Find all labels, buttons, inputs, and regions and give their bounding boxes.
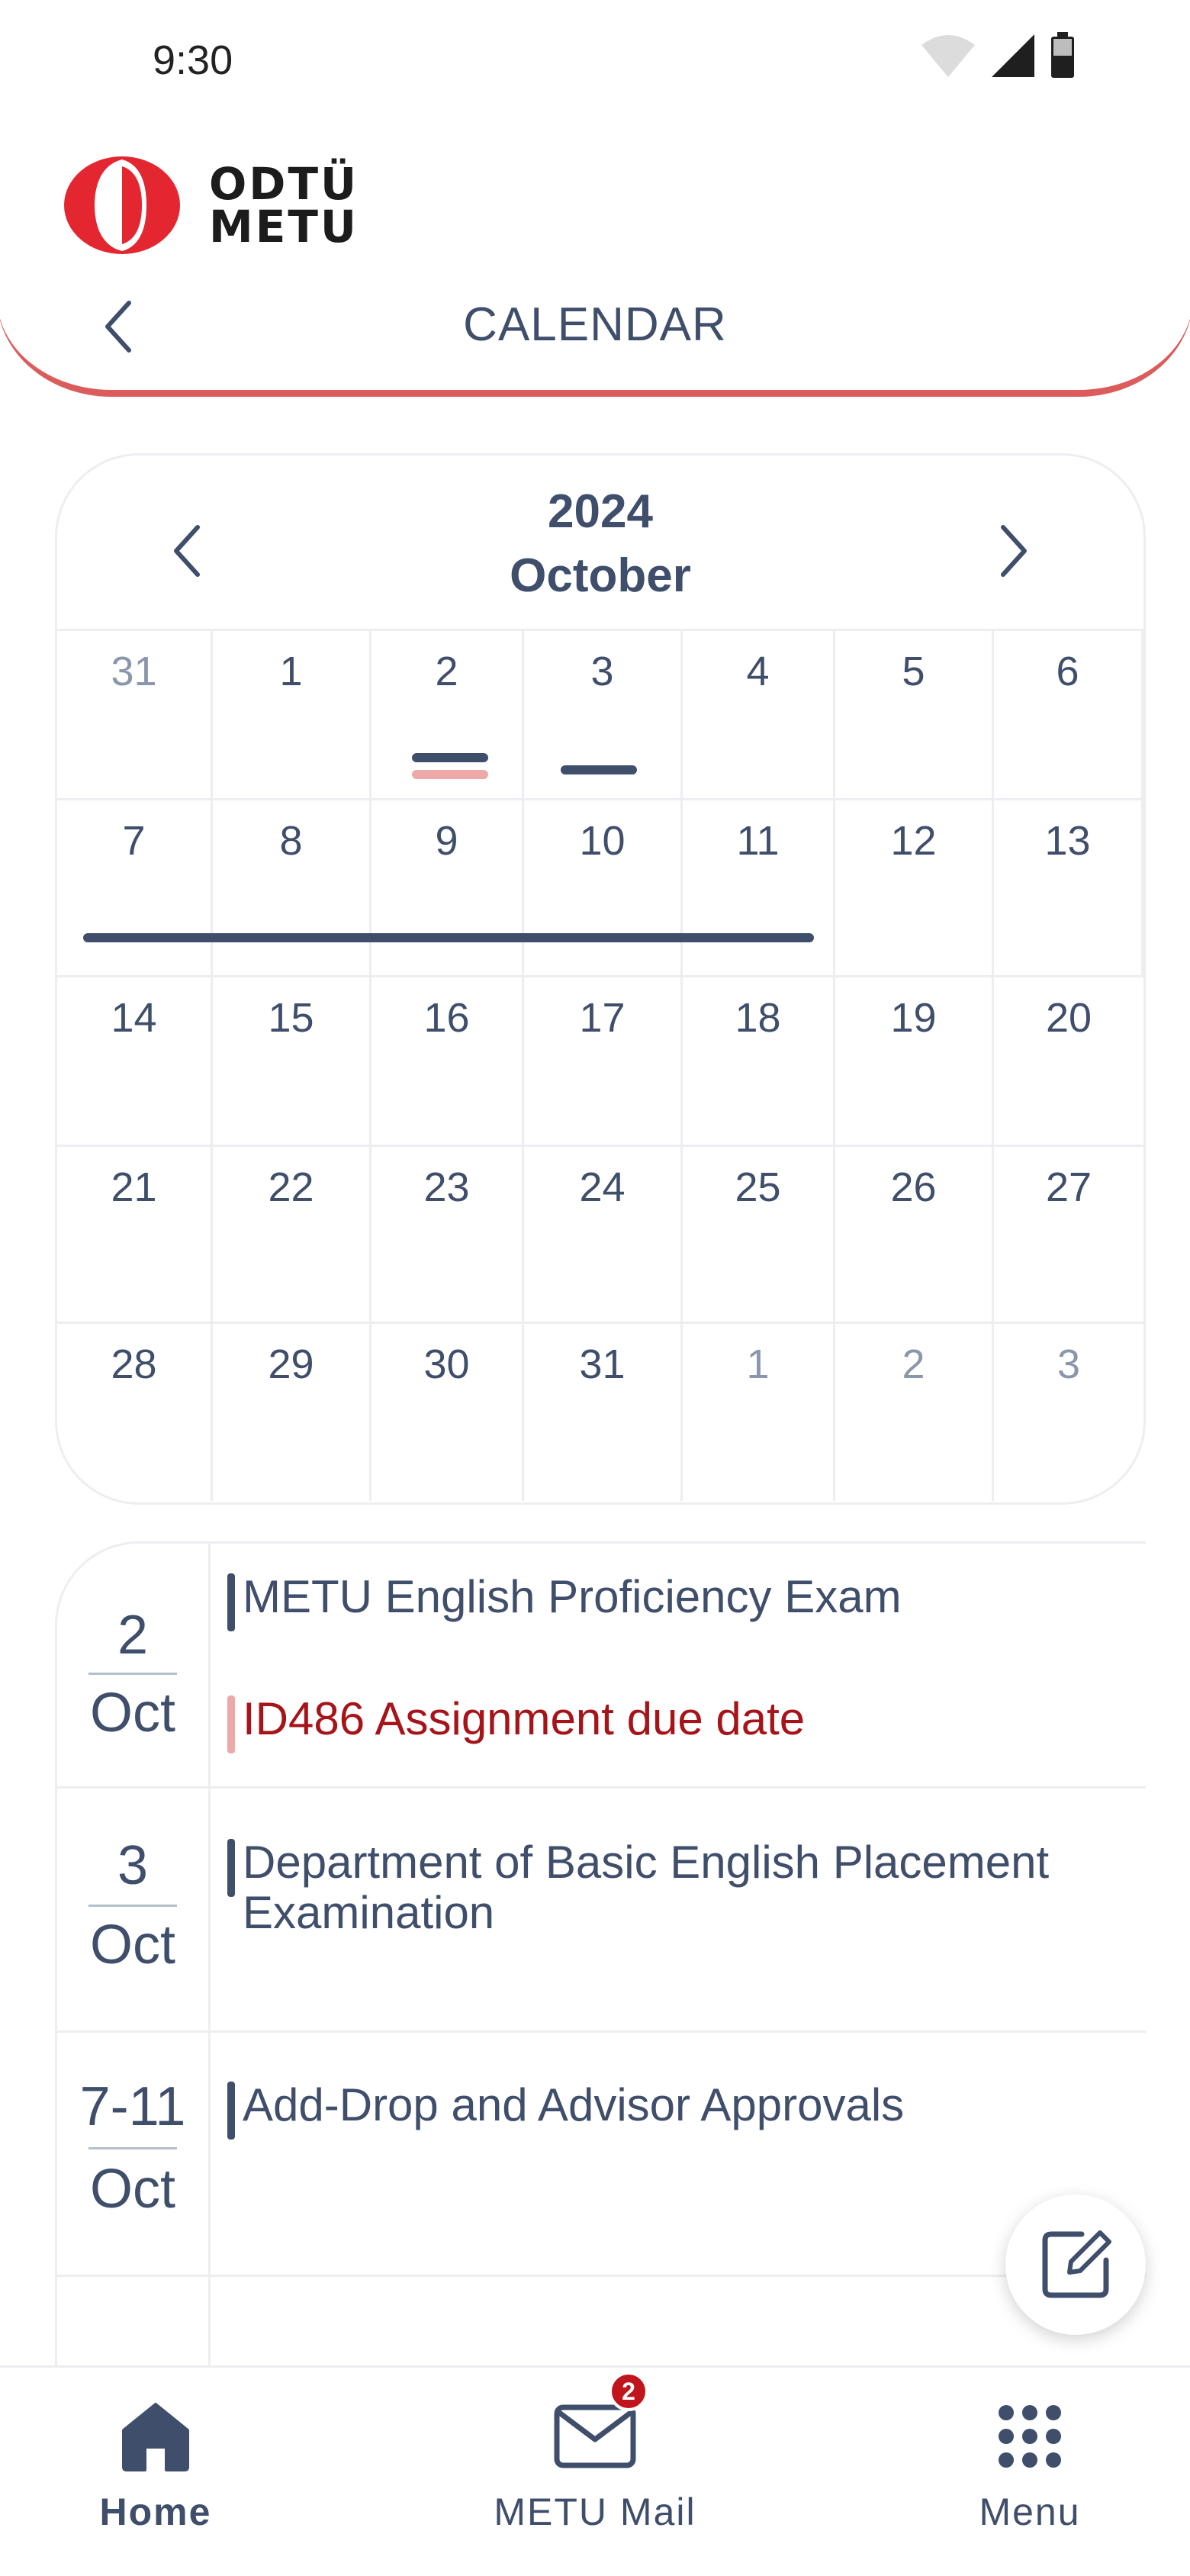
calendar-day-cell[interactable]: 28 xyxy=(57,1324,213,1501)
calendar-day-cell[interactable]: 6 xyxy=(994,631,1143,798)
status-time: 9:30 xyxy=(153,37,233,83)
calendar-day-cell[interactable]: 2 xyxy=(835,1324,994,1501)
status-icons xyxy=(920,32,1076,79)
calendar-day-cell[interactable]: 24 xyxy=(524,1147,683,1322)
title-bar: CALENDAR xyxy=(0,267,1190,397)
event-date: 7-11 Oct xyxy=(55,2033,211,2275)
event-day: 2 xyxy=(117,1605,149,1666)
calendar-day-cell[interactable]: 7 xyxy=(57,800,213,975)
calendar-day-cell[interactable]: 14 xyxy=(57,977,213,1145)
calendar-day-cell[interactable]: 27 xyxy=(994,1147,1143,1322)
date-divider xyxy=(88,1673,177,1675)
calendar-day-cell[interactable]: 15 xyxy=(213,977,371,1145)
nav-menu[interactable]: Menu xyxy=(877,2368,1182,2576)
calendar-day-cell[interactable]: 17 xyxy=(524,977,683,1145)
calendar-day-cell[interactable]: 31 xyxy=(57,631,213,798)
nav-menu-label: Menu xyxy=(979,2491,1081,2533)
calendar-day-cell[interactable]: 8 xyxy=(213,800,371,975)
calendar-day-cell[interactable]: 5 xyxy=(835,631,994,798)
app-header: ODTÜ METU CALENDAR xyxy=(0,114,1190,404)
nav-mail[interactable]: METU Mail xyxy=(442,2368,748,2576)
calendar-day-cell[interactable]: 26 xyxy=(835,1147,994,1322)
event-date: 3 Oct xyxy=(55,1789,211,2030)
cellular-signal-icon xyxy=(992,34,1034,77)
event-title[interactable]: ID486 Assignment due date xyxy=(227,1694,1138,1753)
calendar-day-cell[interactable]: 22 xyxy=(213,1147,371,1322)
events-list: 2 Oct METU English Proficiency Exam ID48… xyxy=(55,1541,1146,2365)
calendar-day-cell[interactable]: 29 xyxy=(213,1324,371,1501)
calendar-day-cell[interactable]: 3 xyxy=(994,1324,1143,1501)
event-title[interactable]: Department of Basic English Placement Ex… xyxy=(227,1837,1138,1938)
nav-mail-label: METU Mail xyxy=(494,2491,696,2533)
calendar-header: 2024 October xyxy=(57,456,1143,631)
event-date: 2 Oct xyxy=(55,1541,211,1786)
bottom-navigation: Home METU Mail Menu xyxy=(0,2365,1190,2576)
create-note-button[interactable] xyxy=(1005,2194,1146,2335)
calendar-week-1: 31 1 2 3 4 5 6 xyxy=(57,631,1143,800)
calendar-year: 2024 xyxy=(548,485,653,538)
calendar-week-4: 21 22 23 24 25 26 27 xyxy=(57,1147,1143,1324)
battery-icon xyxy=(1051,32,1074,78)
next-month-button[interactable] xyxy=(983,517,1044,585)
event-group-oct-3[interactable]: 3 Oct Department of Basic English Placem… xyxy=(55,1789,1146,2033)
status-bar: 9:30 xyxy=(0,0,1190,114)
calendar-day-cell[interactable]: 16 xyxy=(371,977,524,1145)
calendar-day-cell[interactable]: 9 xyxy=(371,800,524,975)
grid-menu-icon xyxy=(999,2405,1061,2468)
mail-icon xyxy=(554,2404,636,2468)
wifi-icon xyxy=(921,35,975,77)
calendar-day-cell[interactable]: 20 xyxy=(994,977,1143,1145)
event-date-empty xyxy=(55,2277,211,2365)
event-title[interactable]: METU English Proficiency Exam xyxy=(227,1572,1138,1631)
calendar-day-cell[interactable]: 4 xyxy=(683,631,835,798)
date-divider xyxy=(88,2147,177,2149)
nav-home-label: Home xyxy=(99,2491,212,2533)
calendar-day-cell[interactable]: 21 xyxy=(57,1147,213,1322)
date-divider xyxy=(88,1905,177,1907)
calendar-day-cell[interactable]: 12 xyxy=(835,800,994,975)
calendar-grid: 31 1 2 3 4 5 6 7 8 9 10 11 12 13 14 15 1… xyxy=(57,631,1143,1501)
calendar-day-cell[interactable]: 11 xyxy=(683,800,835,975)
calendar-day-cell[interactable]: 1 xyxy=(213,631,371,798)
calendar-day-cell[interactable]: 23 xyxy=(371,1147,524,1322)
edit-icon xyxy=(1042,2230,1111,2298)
event-marker-english-proficiency xyxy=(412,753,488,762)
calendar-week-3: 14 15 16 17 18 19 20 xyxy=(57,977,1143,1147)
calendar-day-cell[interactable]: 18 xyxy=(683,977,835,1145)
event-day: 3 xyxy=(117,1835,149,1896)
calendar-day-cell[interactable]: 31 xyxy=(524,1324,683,1501)
event-marker-id486-assignment xyxy=(412,770,488,779)
calendar-month: October xyxy=(510,549,691,602)
calendar-day-cell[interactable]: 25 xyxy=(683,1147,835,1322)
unread-mail-badge: 2 xyxy=(609,2372,648,2411)
event-marker-add-drop xyxy=(83,933,814,942)
calendar-day-cell[interactable]: 30 xyxy=(371,1324,524,1501)
month-calendar: 2024 October 31 1 2 3 4 5 6 7 8 9 10 11 … xyxy=(55,453,1146,1505)
event-month: Oct xyxy=(89,1682,175,1744)
calendar-week-2: 7 8 9 10 11 12 13 xyxy=(57,800,1143,977)
event-title[interactable]: Add-Drop and Advisor Approvals xyxy=(227,2080,1138,2140)
event-marker-placement-exam xyxy=(561,765,637,774)
nav-home[interactable]: Home xyxy=(3,2368,308,2576)
calendar-day-cell[interactable]: 19 xyxy=(835,977,994,1145)
calendar-week-5: 28 29 30 31 1 2 3 xyxy=(57,1324,1143,1501)
event-group-oct-2[interactable]: 2 Oct METU English Proficiency Exam ID48… xyxy=(55,1541,1146,1789)
event-day: 7-11 xyxy=(79,2076,186,2137)
page-title: CALENDAR xyxy=(463,298,727,351)
header-curve-divider xyxy=(0,114,1190,397)
chevron-right-icon xyxy=(1001,525,1027,577)
event-group-oct-7-11[interactable]: 7-11 Oct Add-Drop and Advisor Approvals xyxy=(55,2033,1146,2277)
calendar-day-cell[interactable]: 10 xyxy=(524,800,683,975)
event-month: Oct xyxy=(89,1914,175,1975)
home-icon xyxy=(122,2403,189,2471)
event-month: Oct xyxy=(89,2159,175,2220)
calendar-day-cell[interactable]: 1 xyxy=(683,1324,835,1501)
calendar-day-cell[interactable]: 13 xyxy=(994,800,1143,975)
